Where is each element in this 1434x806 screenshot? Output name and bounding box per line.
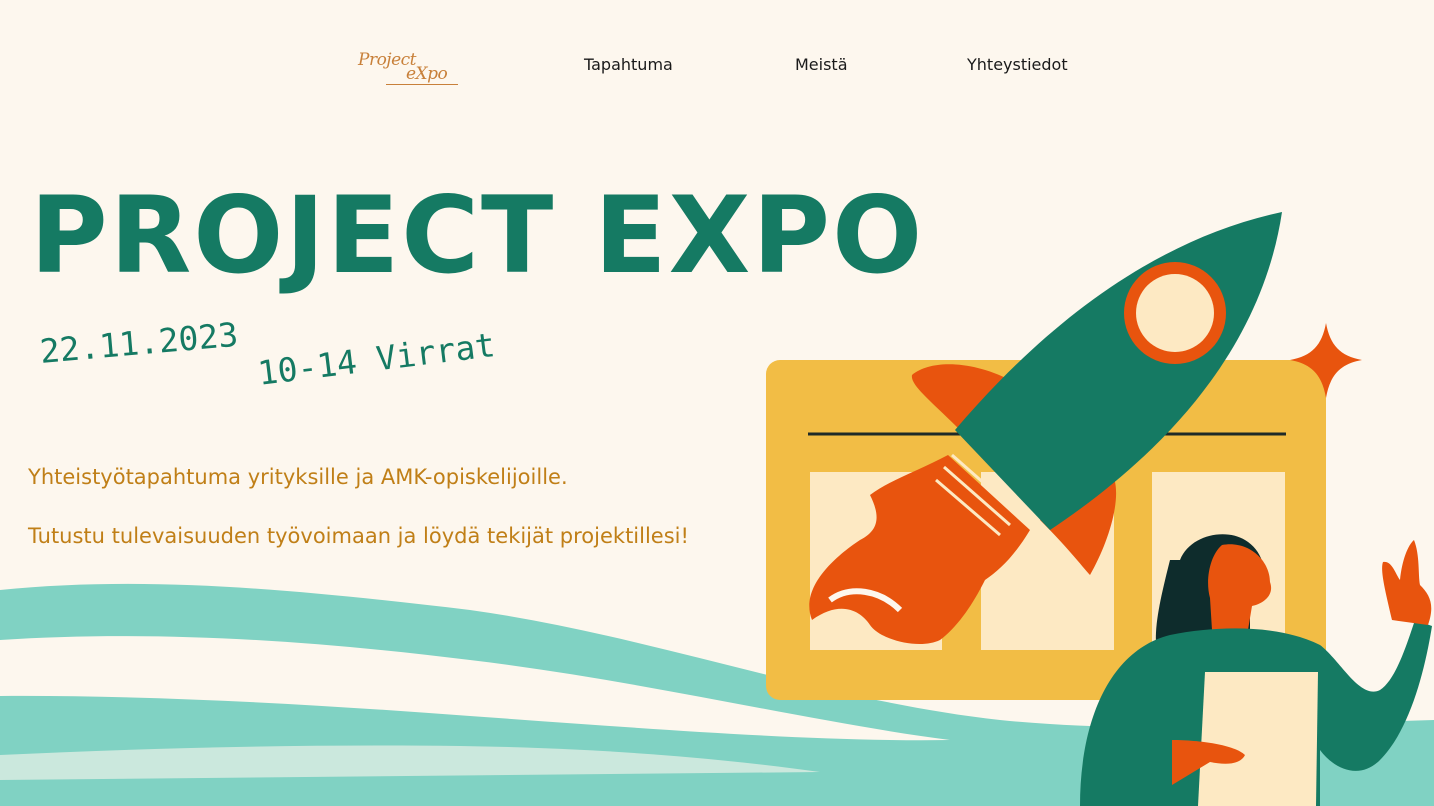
hero-description-2: Tutustu tulevaisuuden työvoimaan ja löyd…	[28, 524, 689, 548]
hero-description-1: Yhteistyötapahtuma yrityksille ja AMK-op…	[28, 465, 568, 489]
nav-link-yhteystiedot[interactable]: Yhteystiedot	[967, 55, 1068, 74]
nav-link-meista[interactable]: Meistä	[795, 55, 848, 74]
nav-link-tapahtuma[interactable]: Tapahtuma	[584, 55, 673, 74]
logo-text-line2: eXpo	[406, 64, 448, 84]
logo-underline	[386, 84, 458, 85]
hero-title: PROJECT EXPO	[30, 174, 925, 297]
project-expo-logo[interactable]: Project eXpo	[356, 48, 466, 88]
top-navigation: Project eXpo Tapahtuma Meistä Yhteystied…	[0, 0, 1434, 130]
